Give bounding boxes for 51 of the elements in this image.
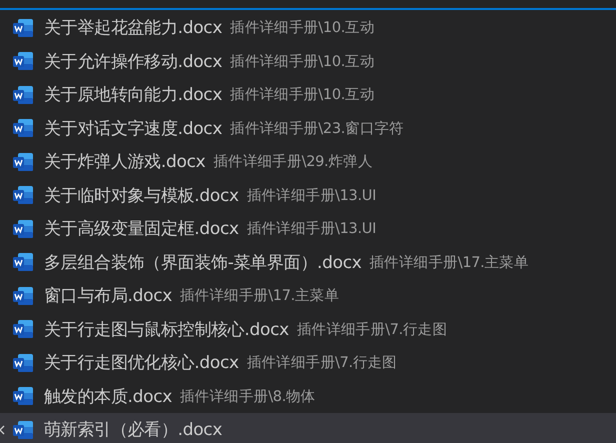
editor-item[interactable]: 关于原地转向能力.docx 插件详细手册\10.互动 [0,78,616,112]
file-path: 插件详细手册\13.UI [246,220,376,238]
file-name: 关于举起花盆能力.docx [44,17,222,40]
file-name: 关于允许操作移动.docx [44,50,222,73]
file-path: 插件详细手册\10.互动 [230,86,374,104]
editor-item[interactable]: 关于高级变量固定框.docx 插件详细手册\13.UI [0,212,616,246]
document-icon [12,51,34,72]
editor-item[interactable]: 关于行走图与鼠标控制核心.docx 插件详细手册\7.行走图 [0,312,616,346]
file-path: 插件详细手册\10.互动 [230,52,374,71]
editor-item[interactable]: 关于允许操作移动.docx 插件详细手册\10.互动 [0,44,616,78]
file-path: 插件详细手册\10.互动 [230,18,374,38]
file-path: 插件详细手册\7.行走图 [296,320,448,339]
file-name: 关于高级变量固定框.docx [44,218,239,240]
document-icon [12,352,34,373]
document-icon [12,118,34,138]
file-name: 关于对话文字速度.docx [44,118,222,140]
file-path: 插件详细手册\8.物体 [180,388,316,406]
file-path: 插件详细手册\13.UI [246,186,376,205]
editor-item[interactable]: 多层组合装饰（界面装饰-菜单界面）.docx 插件详细手册\17.主菜单 [0,246,616,279]
document-icon [12,286,34,306]
document-icon [12,18,34,38]
editor-item[interactable]: 关于对话文字速度.docx 插件详细手册\23.窗口字符 [0,112,616,145]
document-icon [12,218,34,239]
file-path: 插件详细手册\17.主菜单 [180,286,340,306]
editor-item[interactable]: 关于炸弹人游戏.docx 插件详细手册\29.炸弹人 [0,145,616,178]
document-icon [12,386,34,406]
file-name: 关于行走图优化核心.docx [44,352,239,374]
file-name: 关于临时对象与模板.docx [44,184,239,207]
file-name: 多层组合装饰（界面装饰-菜单界面）.docx [44,252,362,274]
document-icon [12,152,34,172]
file-name: 关于行走图与鼠标控制核心.docx [44,318,289,341]
file-path: 插件详细手册\23.窗口字符 [230,120,404,138]
editor-item[interactable]: 触发的本质.docx 插件详细手册\8.物体 [0,380,616,413]
file-name: 触发的本质.docx [44,386,172,408]
file-name: 窗口与布局.docx [44,285,172,308]
file-path: 插件详细手册\7.行走图 [246,354,397,372]
document-icon [12,185,34,206]
editor-item[interactable]: 关于行走图优化核心.docx 插件详细手册\7.行走图 [0,346,616,380]
document-icon [12,319,34,340]
file-name: 关于原地转向能力.docx [44,84,222,106]
document-icon [12,420,34,440]
file-name: 关于炸弹人游戏.docx [44,151,206,174]
document-icon [12,84,34,105]
document-icon [12,252,34,272]
file-name: 萌新索引（必看）.docx [44,419,222,442]
editor-item[interactable]: 关于临时对象与模板.docx 插件详细手册\13.UI [0,178,616,212]
file-path: 插件详细手册\17.主菜单 [370,254,529,272]
editor-item[interactable]: 萌新索引（必看）.docx [0,413,616,443]
file-path: 插件详细手册\29.炸弹人 [213,152,372,172]
editor-item[interactable]: 窗口与布局.docx 插件详细手册\17.主菜单 [0,279,616,312]
editor-item[interactable]: 关于举起花盆能力.docx 插件详细手册\10.互动 [0,11,616,44]
